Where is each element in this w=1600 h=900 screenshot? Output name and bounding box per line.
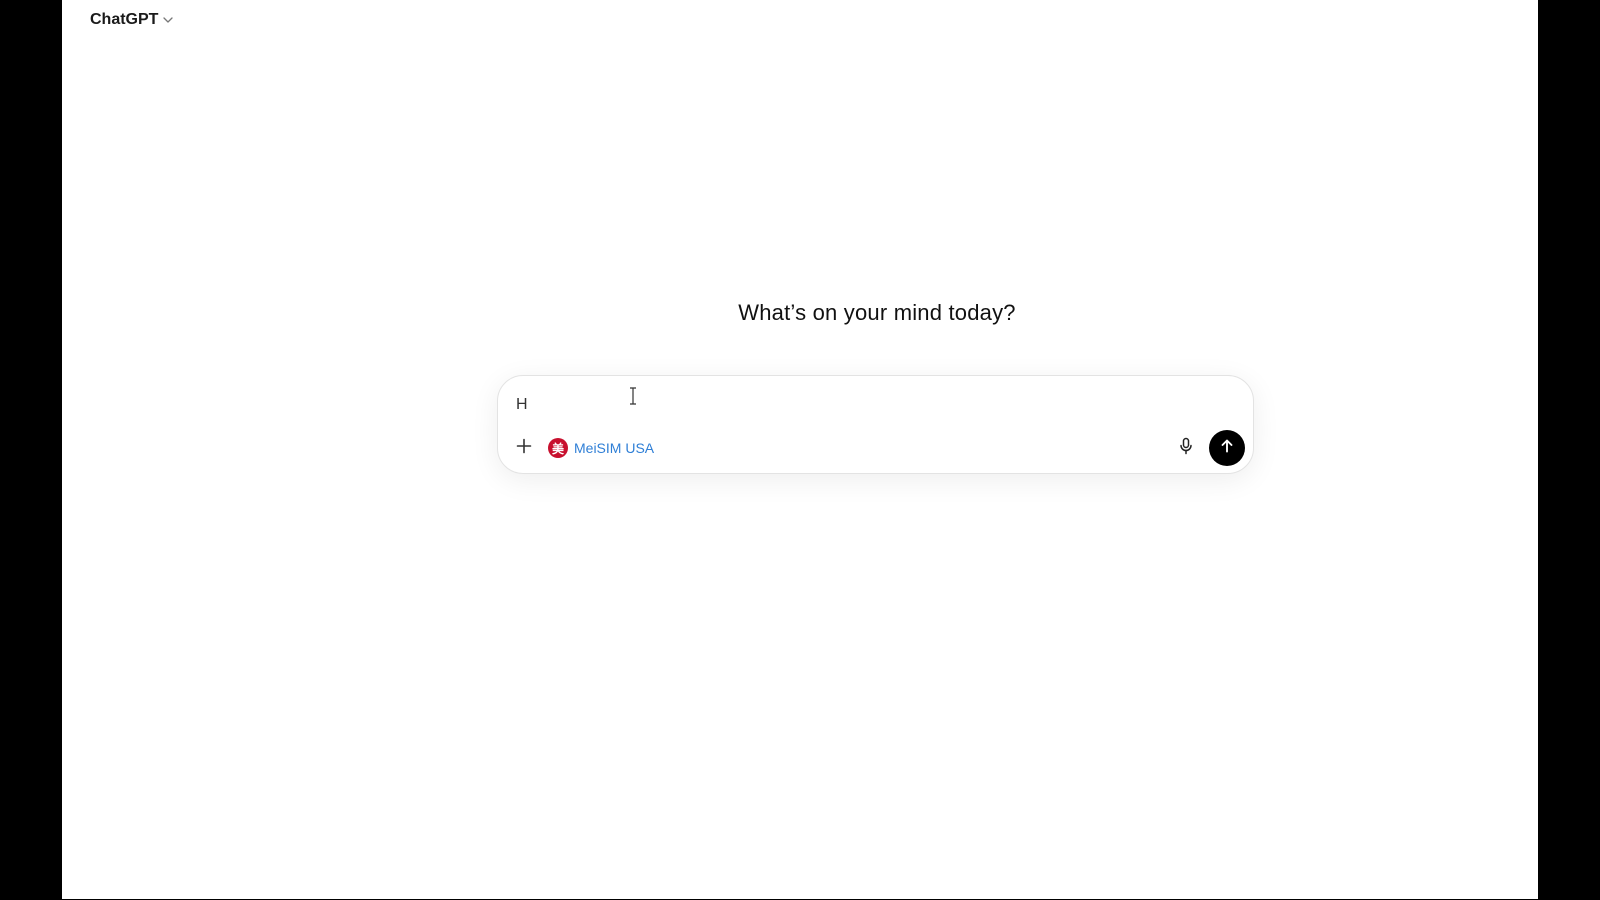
prompt-input[interactable] bbox=[516, 392, 1216, 418]
model-switcher[interactable]: ChatGPT bbox=[90, 11, 174, 29]
meisim-logo-icon: 美 bbox=[548, 438, 568, 458]
meisim-tool-chip[interactable]: 美 MeiSIM USA bbox=[548, 438, 654, 458]
plus-icon bbox=[516, 438, 532, 459]
add-attachment-button[interactable] bbox=[510, 434, 538, 462]
tool-chip-label: MeiSIM USA bbox=[574, 440, 655, 456]
composer-toolbar: 美 MeiSIM USA bbox=[510, 430, 1245, 466]
text-cursor-icon bbox=[628, 386, 638, 406]
page-headline: What’s on your mind today? bbox=[738, 300, 1016, 325]
composer: 美 MeiSIM USA bbox=[497, 375, 1254, 474]
send-button[interactable] bbox=[1209, 430, 1245, 466]
header: ChatGPT bbox=[62, 0, 1538, 44]
chat-window: ChatGPT What’s on your mind today? H 美 M… bbox=[62, 0, 1538, 899]
chevron-down-icon bbox=[162, 14, 174, 26]
arrow-up-icon bbox=[1219, 438, 1235, 459]
microphone-icon bbox=[1178, 437, 1194, 460]
voice-input-button[interactable] bbox=[1171, 433, 1201, 463]
model-name: ChatGPT bbox=[90, 11, 159, 28]
